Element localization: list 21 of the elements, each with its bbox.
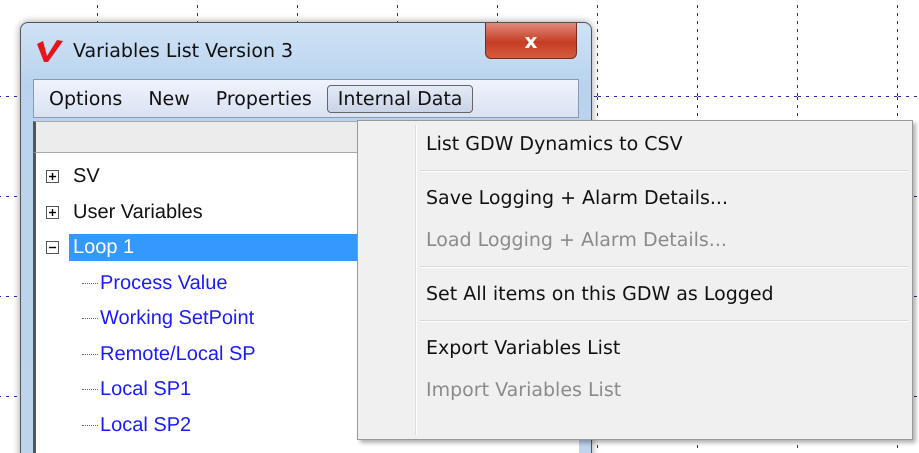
window-title: Variables List Version 3 <box>73 40 294 62</box>
v-logo-icon <box>35 38 65 64</box>
tree-leaf[interactable]: Process Value <box>100 272 228 295</box>
menu-bar-item[interactable]: Options <box>44 84 134 112</box>
menu-item[interactable]: Save Logging + Alarm Details... <box>358 177 908 219</box>
expander-icon[interactable] <box>46 241 59 254</box>
tree-leaf[interactable]: Working SetPoint <box>100 307 254 330</box>
tree-leaf[interactable]: Local SP2 <box>100 414 192 437</box>
menu-bar-item[interactable]: New <box>137 84 201 112</box>
tree-node[interactable]: User Variables <box>69 198 207 226</box>
menu-item[interactable]: Set All items on this GDW as Logged <box>358 273 908 315</box>
menu-bar-item[interactable]: Internal Data <box>326 84 474 112</box>
expander-icon[interactable] <box>46 206 59 219</box>
menu-item[interactable]: List GDW Dynamics to CSV <box>358 123 908 165</box>
close-button[interactable]: x <box>485 23 577 59</box>
menu-item[interactable]: Export Variables List <box>358 327 908 369</box>
menu-bar-item[interactable]: Properties <box>204 84 323 112</box>
tree-leaf[interactable]: Local SP1 <box>100 378 192 402</box>
tree-leaf[interactable]: Remote/Local SP <box>100 342 256 366</box>
tree-node[interactable]: SV <box>69 163 104 190</box>
expander-icon[interactable] <box>46 170 59 184</box>
